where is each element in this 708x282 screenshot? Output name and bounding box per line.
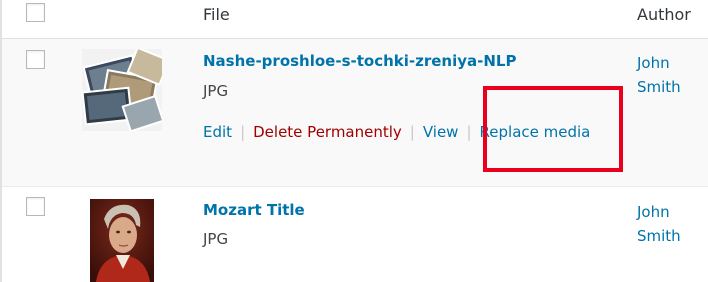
row-checkbox[interactable]	[26, 50, 45, 69]
table-row: Mozart Title JPG John Smith	[2, 188, 708, 282]
delete-permanently-link[interactable]: Delete Permanently	[253, 123, 402, 141]
file-title-link[interactable]: Mozart Title	[203, 201, 305, 219]
author-last-name[interactable]: Smith	[637, 75, 697, 99]
edit-link[interactable]: Edit	[203, 123, 232, 141]
action-separator: |	[466, 123, 472, 141]
photos-thumbnail-image	[82, 49, 162, 131]
portrait-thumbnail-image	[90, 199, 154, 282]
portrait-thumbnail[interactable]	[90, 199, 154, 282]
file-type-label: JPG	[203, 230, 229, 248]
author-link[interactable]: John Smith	[637, 51, 697, 99]
select-all-checkbox[interactable]	[26, 3, 45, 22]
view-link[interactable]: View	[423, 123, 459, 141]
author-first-name[interactable]: John	[637, 51, 697, 75]
row-checkbox[interactable]	[26, 197, 45, 216]
column-header-author[interactable]: Author	[637, 5, 691, 24]
table-header: File Author	[2, 0, 708, 39]
highlight-annotation-box	[483, 86, 623, 172]
photos-thumbnail[interactable]	[82, 49, 162, 131]
file-title-link[interactable]: Nashe-proshloe-s-tochki-zreniya-NLP	[203, 52, 516, 70]
file-type-label: JPG	[203, 82, 229, 100]
action-separator: |	[409, 123, 415, 141]
column-header-file[interactable]: File	[203, 5, 230, 24]
author-link[interactable]: John Smith	[637, 200, 697, 248]
action-separator: |	[240, 123, 246, 141]
author-last-name[interactable]: Smith	[637, 224, 697, 248]
author-first-name[interactable]: John	[637, 200, 697, 224]
media-library-table: File Author Nashe-proshloe-s-tochki-zren…	[0, 0, 708, 282]
